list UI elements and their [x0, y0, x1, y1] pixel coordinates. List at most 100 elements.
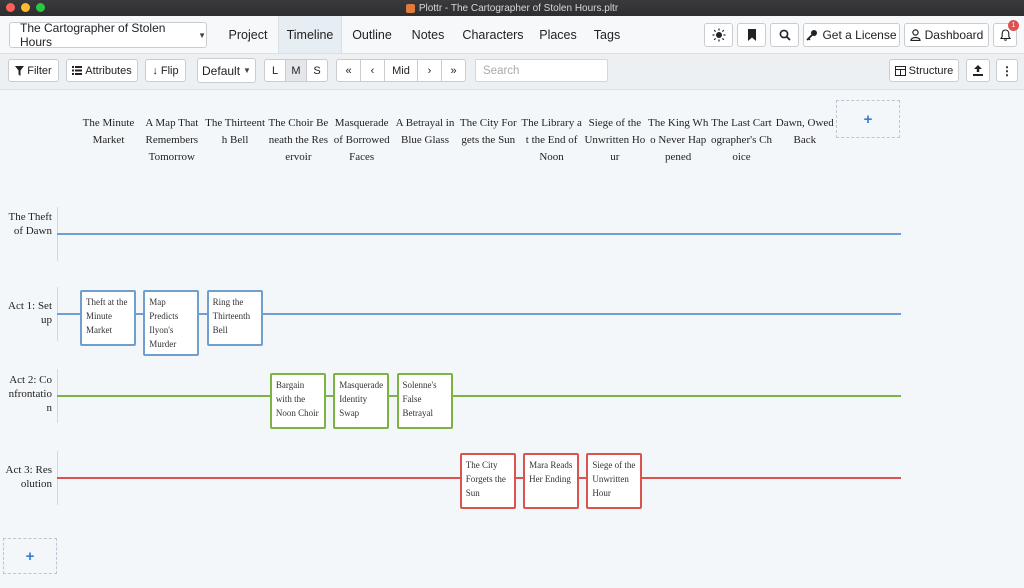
tab-label: Project — [228, 27, 268, 42]
chevron-left-icon: ‹ — [370, 64, 375, 77]
scroll-end-button[interactable]: » — [441, 59, 466, 82]
scene-card[interactable]: Map Predicts Ilyon's Murder — [143, 290, 200, 356]
plotline-line — [57, 395, 901, 397]
user-icon — [910, 29, 921, 41]
tab-tags[interactable]: Tags — [584, 16, 630, 53]
attributes-label: Attributes — [85, 64, 132, 77]
tab-notes[interactable]: Notes — [402, 16, 454, 53]
get-license-button[interactable]: Get a License — [803, 23, 900, 47]
export-icon — [973, 65, 983, 76]
chevron-right-icon: › — [427, 64, 432, 77]
chapter-title[interactable]: The Choir Beneath the Reservoir — [268, 115, 329, 166]
tab-timeline[interactable]: Timeline — [278, 16, 342, 53]
plottr-app-icon — [405, 3, 415, 13]
chapter-title[interactable]: A Betrayal in Blue Glass — [395, 115, 456, 149]
search-icon — [779, 29, 791, 41]
dashboard-label: Dashboard — [924, 28, 984, 42]
scene-card[interactable]: Theft at the Minute Market — [80, 290, 136, 346]
arrow-down-icon: ↓ — [152, 64, 158, 77]
search-placeholder: Search — [483, 64, 520, 77]
scene-card[interactable]: The City Forgets the Sun — [459, 453, 516, 509]
chapter-title[interactable]: The City Forgets the Sun — [458, 115, 519, 149]
plotline-title[interactable]: Act 3: Resolution — [4, 463, 52, 491]
day-night-toggle-button[interactable] — [704, 23, 733, 47]
size-medium-label: M — [291, 64, 301, 77]
size-small-button[interactable]: S — [306, 59, 328, 82]
structure-label: Structure — [908, 64, 954, 77]
size-large-button[interactable]: L — [264, 59, 286, 82]
plotline-line — [57, 233, 901, 235]
chapter-title[interactable]: The Thirteenth Bell — [205, 115, 266, 149]
window-controls — [6, 3, 45, 12]
view-select-dropdown[interactable]: Default ▼ — [197, 58, 256, 83]
attributes-button[interactable]: Attributes — [66, 59, 138, 82]
chapter-title[interactable]: The King Who Never Happened — [648, 115, 709, 166]
minimize-window-button[interactable] — [21, 3, 30, 12]
plotline-title[interactable]: The Theft of Dawn — [4, 210, 52, 238]
dashboard-button[interactable]: Dashboard — [904, 23, 989, 47]
scene-card[interactable]: Bargain with the Noon Choir — [269, 373, 326, 429]
main-navbar: The Cartographer of Stolen Hours ▼ Proje… — [0, 16, 1024, 54]
tab-label: Notes — [411, 27, 445, 42]
plus-icon: + — [25, 547, 35, 565]
scroll-middle-label: Mid — [392, 64, 410, 77]
scroll-right-button[interactable]: › — [417, 59, 442, 82]
sun-icon — [712, 28, 725, 42]
kebab-menu-icon: ⋮ — [1001, 63, 1013, 78]
tab-label: Places — [539, 27, 577, 42]
scene-card[interactable]: Solenne's False Betrayal — [396, 373, 453, 429]
timeline-toolbar: Filter Attributes ↓ Flip Default ▼ L M S… — [0, 54, 1024, 90]
chapter-title[interactable]: A Map That Remembers Tomorrow — [141, 115, 202, 166]
tab-outline[interactable]: Outline — [342, 16, 402, 53]
caret-down-icon: ▼ — [243, 66, 251, 75]
bookmark-button[interactable] — [737, 23, 766, 47]
size-small-label: S — [313, 64, 321, 77]
scene-card[interactable]: Ring the Thirteenth Bell — [206, 290, 263, 346]
add-chapter-button[interactable]: + — [836, 100, 900, 138]
zoom-window-button[interactable] — [36, 3, 45, 12]
tab-places[interactable]: Places — [532, 16, 584, 53]
chapter-title[interactable]: Masquerade of Borrowed Faces — [331, 115, 392, 166]
timeline-grid: + + The Minute Market A Map That Remember… — [0, 90, 1024, 588]
chapter-title[interactable]: Siege of the Unwritten Hour — [584, 115, 645, 166]
scroll-left-button[interactable]: ‹ — [360, 59, 385, 82]
flip-button[interactable]: ↓ Flip — [145, 59, 186, 82]
chapter-title[interactable]: The Library at the End of Noon — [521, 115, 582, 166]
filter-button[interactable]: Filter — [8, 59, 59, 82]
project-selector[interactable]: The Cartographer of Stolen Hours ▼ — [9, 21, 207, 49]
search-input[interactable]: Search — [475, 59, 608, 82]
plotline-title[interactable]: Act 2: Confrontation — [4, 373, 52, 415]
get-license-label: Get a License — [822, 28, 897, 42]
search-button[interactable] — [770, 23, 799, 47]
scene-card[interactable]: Masquerade Identity Swap — [333, 373, 390, 429]
chapter-title[interactable]: The Minute Market — [78, 115, 139, 149]
filter-icon — [15, 65, 25, 76]
tab-project[interactable]: Project — [218, 16, 278, 53]
structure-button[interactable]: Structure — [889, 59, 959, 82]
notification-count-badge: 1 — [1008, 20, 1019, 31]
plotline-title[interactable]: Act 1: Setup — [4, 299, 52, 327]
chapter-title[interactable]: The Last Cartographer's Choice — [711, 115, 772, 166]
notifications-button[interactable]: 1 — [993, 20, 1019, 47]
scene-card[interactable]: Siege of the Unwritten Hour — [586, 453, 643, 509]
list-icon — [72, 66, 83, 75]
caret-down-icon: ▼ — [198, 30, 206, 40]
export-button[interactable] — [966, 59, 990, 82]
more-options-button[interactable]: ⋮ — [996, 59, 1018, 82]
window-title: Plottr - The Cartographer of Stolen Hour… — [405, 3, 618, 14]
project-selector-label: The Cartographer of Stolen Hours — [20, 21, 166, 49]
filter-label: Filter — [27, 64, 52, 77]
close-window-button[interactable] — [6, 3, 15, 12]
tab-characters[interactable]: Characters — [454, 16, 532, 53]
bookmark-icon — [747, 29, 756, 41]
scroll-middle-button[interactable]: Mid — [384, 59, 418, 82]
scroll-beginning-button[interactable]: « — [336, 59, 361, 82]
tab-label: Outline — [352, 27, 392, 42]
chapter-title[interactable]: Dawn, Owed Back — [774, 115, 835, 149]
plus-icon: + — [863, 110, 873, 128]
key-icon — [806, 30, 818, 41]
size-medium-button[interactable]: M — [285, 59, 307, 82]
scene-card[interactable]: Mara Reads Her Ending — [523, 453, 580, 509]
add-plotline-button[interactable]: + — [3, 538, 57, 574]
tab-label: Tags — [593, 27, 621, 42]
